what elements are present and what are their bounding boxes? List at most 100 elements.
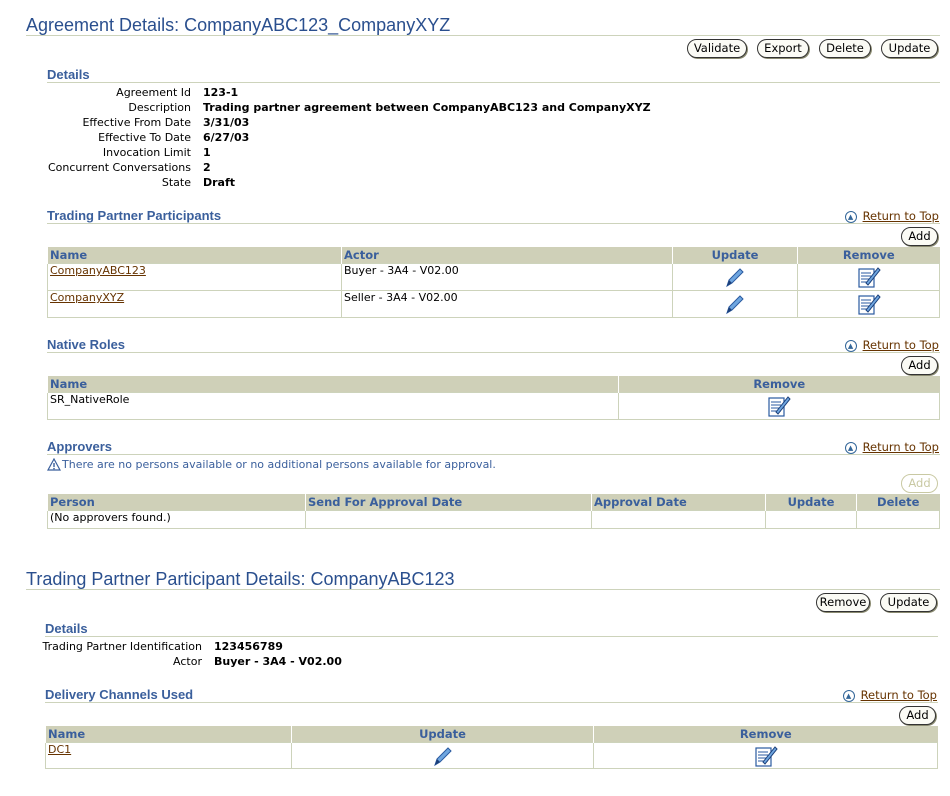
table-header-row: Name Actor Update Remove	[47, 247, 940, 264]
delete-button[interactable]: Delete	[819, 39, 871, 58]
participants-divider	[47, 223, 940, 224]
return-to-top-link[interactable]: Return to Top	[863, 440, 939, 454]
column-header-approval-date: Approval Date	[591, 494, 766, 511]
table-header-row: Name Remove	[47, 376, 940, 393]
channel-link[interactable]: DC1	[48, 743, 71, 756]
add-delivery-channel-button[interactable]: Add	[899, 706, 936, 725]
concurrent-conversations-label: Concurrent Conversations	[47, 161, 191, 174]
column-header-remove: Remove	[593, 726, 938, 743]
return-to-top-icon: ▲	[844, 339, 857, 352]
table-header-row: Person Send For Approval Date Approval D…	[47, 494, 940, 511]
add-approver-button[interactable]: Add	[901, 474, 938, 493]
participant-details-heading: Details	[45, 621, 88, 636]
delivery-channels-divider	[45, 702, 938, 703]
concurrent-conversations-value: 2	[203, 161, 211, 174]
warning-text: There are no persons available or no add…	[62, 458, 496, 471]
effective-from-value: 3/31/03	[203, 116, 250, 129]
empty-cell	[305, 510, 592, 529]
empty-cell	[856, 510, 940, 529]
column-header-delete: Delete	[856, 494, 940, 511]
approvers-heading: Approvers	[47, 439, 113, 454]
participant-link[interactable]: CompanyXYZ	[50, 291, 124, 304]
native-role-name-cell: SR_NativeRole	[47, 392, 619, 420]
column-header-name: Name	[47, 247, 342, 264]
approvers-table: Person Send For Approval Date Approval D…	[47, 494, 940, 529]
column-header-remove: Remove	[797, 247, 940, 264]
page-title: Agreement Details: CompanyABC123_Company…	[26, 15, 451, 35]
partner-identification-label: Trading Partner Identification	[42, 640, 202, 653]
agreement-id-label: Agreement Id	[116, 86, 191, 99]
partner-identification-value: 123456789	[214, 640, 283, 653]
return-to-top-link[interactable]: Return to Top	[863, 209, 939, 223]
warning-icon	[46, 457, 62, 471]
column-header-person: Person	[47, 494, 306, 511]
remove-icon[interactable]	[797, 290, 940, 318]
remove-icon[interactable]	[797, 263, 940, 291]
pencil-icon[interactable]	[672, 290, 798, 318]
delivery-channels-table: Name Update Remove DC1	[45, 726, 938, 769]
participant-link[interactable]: CompanyABC123	[50, 264, 146, 277]
participants-heading: Trading Partner Participants	[47, 208, 222, 223]
channel-name-cell: DC1	[45, 742, 292, 769]
empty-cell	[591, 510, 766, 529]
pencil-icon[interactable]	[672, 263, 798, 291]
empty-cell	[765, 510, 857, 529]
participant-actor-value: Buyer - 3A4 - V02.00	[214, 655, 342, 668]
participant-details-divider	[45, 636, 938, 637]
native-roles-divider	[47, 352, 940, 353]
participant-name-cell: CompanyABC123	[47, 263, 342, 291]
column-header-actor: Actor	[341, 247, 673, 264]
state-value: Draft	[203, 176, 236, 189]
participant-actor-cell: Buyer - 3A4 - V02.00	[341, 263, 673, 291]
column-header-update: Update	[672, 247, 798, 264]
validate-button[interactable]: Validate	[687, 39, 747, 58]
update-participant-button[interactable]: Update	[880, 593, 937, 612]
native-roles-return-to-top[interactable]: ▲ Return to Top	[844, 338, 939, 352]
export-button[interactable]: Export	[757, 39, 809, 58]
column-header-name: Name	[45, 726, 292, 743]
table-row: (No approvers found.)	[47, 510, 940, 529]
participant-details-title: Trading Partner Participant Details: Com…	[26, 569, 455, 589]
details-divider	[47, 82, 940, 83]
empty-approvers-cell: (No approvers found.)	[47, 510, 306, 529]
remove-icon[interactable]	[618, 392, 940, 420]
approvers-warning: There are no persons available or no add…	[46, 457, 496, 471]
effective-from-label: Effective From Date	[82, 116, 191, 129]
participant-name-cell: CompanyXYZ	[47, 290, 342, 318]
column-header-name: Name	[47, 376, 619, 393]
approvers-return-to-top[interactable]: ▲ Return to Top	[844, 440, 939, 454]
native-roles-table: Name Remove SR_NativeRole	[47, 376, 940, 420]
column-header-send-date: Send For Approval Date	[305, 494, 592, 511]
approvers-divider	[47, 454, 940, 455]
agreement-id-value: 123-1	[203, 86, 239, 99]
title-divider	[26, 35, 940, 36]
return-to-top-link[interactable]: Return to Top	[861, 688, 937, 702]
add-native-role-button[interactable]: Add	[901, 356, 938, 375]
effective-to-label: Effective To Date	[98, 131, 191, 144]
column-header-remove: Remove	[618, 376, 940, 393]
delivery-channels-heading: Delivery Channels Used	[45, 687, 194, 702]
state-label: State	[161, 176, 191, 189]
column-header-update: Update	[291, 726, 594, 743]
remove-icon[interactable]	[593, 742, 938, 769]
remove-participant-button[interactable]: Remove	[816, 593, 870, 612]
column-header-update: Update	[765, 494, 857, 511]
return-to-top-link[interactable]: Return to Top	[863, 338, 939, 352]
table-header-row: Name Update Remove	[45, 726, 938, 743]
table-row: CompanyABC123 Buyer - 3A4 - V02.00	[47, 263, 940, 291]
pencil-icon[interactable]	[291, 742, 594, 769]
participant-actor-label: Actor	[173, 655, 202, 668]
table-row: SR_NativeRole	[47, 392, 940, 420]
participant-title-divider	[26, 589, 940, 590]
return-to-top-icon: ▲	[842, 689, 855, 702]
participants-table: Name Actor Update Remove CompanyABC123 B…	[47, 247, 940, 318]
delivery-channels-return-to-top[interactable]: ▲ Return to Top	[842, 688, 937, 702]
description-label: Description	[128, 101, 191, 114]
table-row: DC1	[45, 742, 938, 769]
add-participant-button[interactable]: Add	[901, 227, 938, 246]
participants-return-to-top[interactable]: ▲ Return to Top	[844, 209, 939, 223]
details-heading: Details	[47, 67, 90, 82]
update-button[interactable]: Update	[881, 39, 938, 58]
native-roles-heading: Native Roles	[47, 337, 126, 352]
effective-to-value: 6/27/03	[203, 131, 250, 144]
